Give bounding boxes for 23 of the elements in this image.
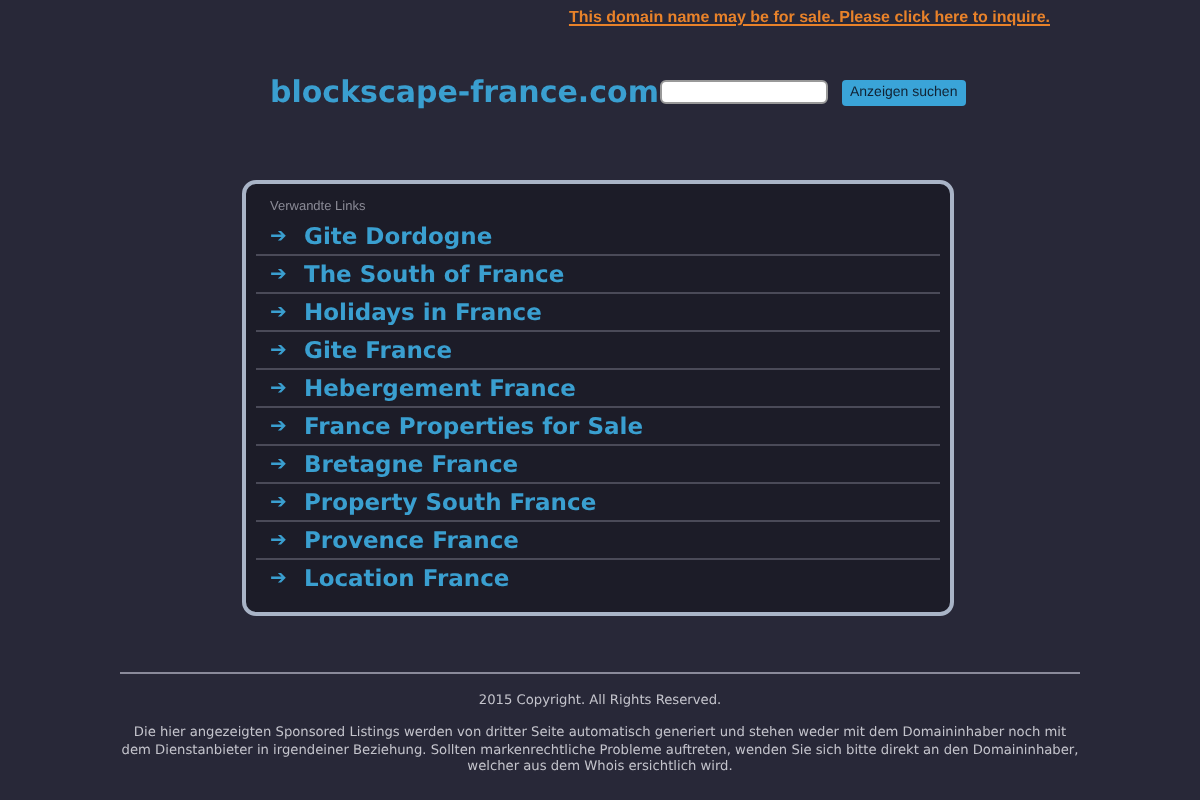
related-link[interactable]: Gite France <box>304 336 453 364</box>
related-link[interactable]: Holidays in France <box>304 298 542 326</box>
arrow-icon: ➔ <box>270 225 304 247</box>
arrow-icon: ➔ <box>270 453 304 475</box>
related-link[interactable]: Location France <box>304 564 510 592</box>
related-link[interactable]: The South of France <box>304 260 565 288</box>
arrow-icon: ➔ <box>270 339 304 361</box>
sale-notice-link[interactable]: This domain name may be for sale. Please click here to inquire. <box>568 8 1050 40</box>
arrow-icon: ➔ <box>270 491 304 513</box>
related-link[interactable]: Hebergement France <box>304 374 576 402</box>
arrow-icon: ➔ <box>270 377 304 399</box>
arrow-icon: ➔ <box>270 567 304 589</box>
arrow-icon: ➔ <box>270 301 304 323</box>
related-link[interactable]: Provence France <box>304 526 519 554</box>
related-link[interactable]: France Properties for Sale <box>304 412 644 440</box>
related-link[interactable]: Gite Dordogne <box>304 222 493 250</box>
related-link[interactable]: Property South France <box>304 488 597 516</box>
related-link[interactable]: Bretagne France <box>304 450 519 478</box>
arrow-icon: ➔ <box>270 263 304 285</box>
arrow-icon: ➔ <box>270 529 304 551</box>
search-field[interactable] <box>660 80 828 104</box>
domain-title: blockscape-france.com <box>270 74 660 110</box>
arrow-icon: ➔ <box>270 415 304 437</box>
